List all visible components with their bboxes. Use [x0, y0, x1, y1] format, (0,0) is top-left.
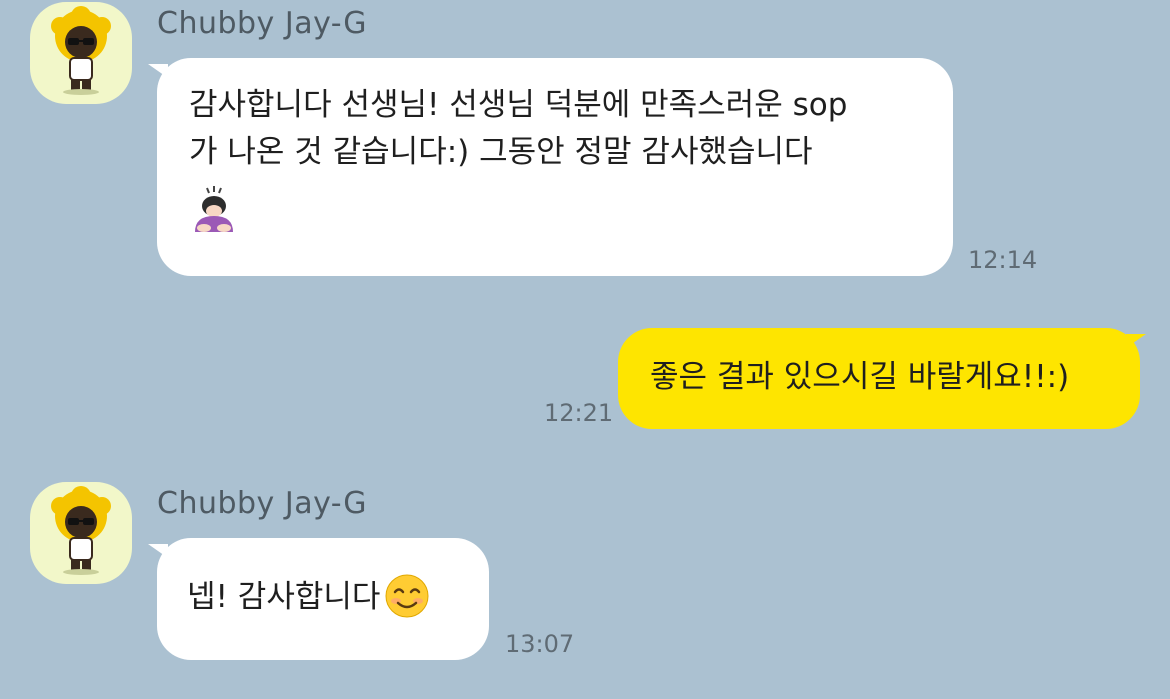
message-text: 넵! 감사합니다: [187, 579, 381, 615]
bubble-tail: [1126, 334, 1146, 348]
sender-avatar-icon: [51, 486, 111, 575]
message-timestamp: 12:21: [544, 399, 614, 427]
message-timestamp: 13:07: [505, 630, 575, 658]
message-bubble[interactable]: 감사합니다 선생님! 선생님 덕분에 만족스러운 sop 가 나온 것 같습니다…: [157, 58, 953, 276]
sender-name: Chubby Jay-G: [157, 486, 367, 521]
sender-name: Chubby Jay-G: [157, 6, 367, 41]
sender-avatar[interactable]: [30, 2, 132, 104]
message-bubble[interactable]: 좋은 결과 있으시길 바랄게요!!:): [618, 328, 1140, 429]
message-timestamp: 12:14: [968, 246, 1038, 274]
sender-avatar-icon: [51, 6, 111, 95]
message-text-line: 감사합니다 선생님! 선생님 덕분에 만족스러운 sop: [189, 87, 848, 123]
smiling-face-emoji: [385, 574, 429, 617]
person-bowing-emoji: [195, 186, 233, 232]
message-bubble[interactable]: 넵! 감사합니다: [157, 538, 489, 660]
message-text: 좋은 결과 있으시길 바랄게요!!:): [650, 359, 1070, 395]
message-text-line: 가 나온 것 같습니다:) 그동안 정말 감사했습니다: [189, 134, 813, 170]
sender-avatar[interactable]: [30, 482, 132, 584]
